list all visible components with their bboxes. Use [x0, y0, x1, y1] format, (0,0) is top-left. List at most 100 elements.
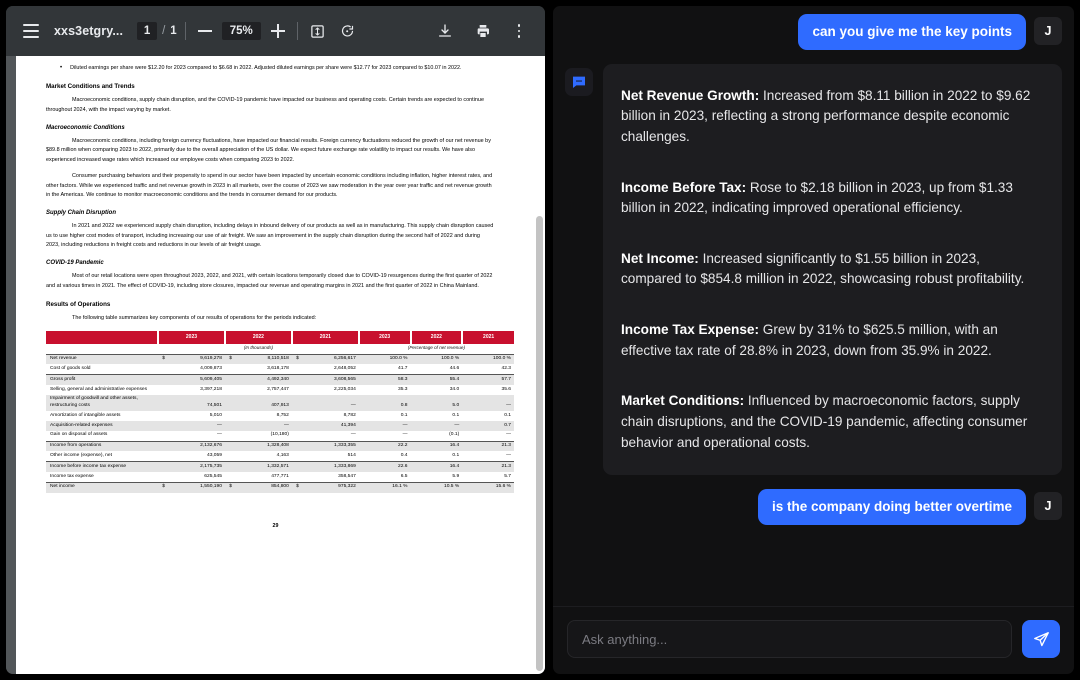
row-label: Cost of goods sold: [46, 364, 158, 374]
more-options-icon[interactable]: [509, 24, 529, 37]
toolbar-divider-2: [297, 22, 298, 40]
row-label: Acquisition-related expenses: [46, 421, 158, 431]
value-2021: —: [299, 431, 359, 441]
value-2023: 2,175,735: [165, 462, 225, 472]
zoom-level-value[interactable]: 75%: [222, 22, 261, 40]
assistant-key-point: Net Income: Increased significantly to $…: [621, 249, 1044, 290]
user-message-bubble: can you give me the key points: [798, 14, 1026, 50]
percent-2022: 55.4: [411, 375, 463, 385]
paragraph-macro-1-text: Macroeconomic conditions, including fore…: [46, 138, 491, 163]
percent-2023: 0.1: [359, 411, 411, 421]
currency-2022: $: [225, 354, 232, 364]
paragraph-covid-text: Most of our retail locations were open t…: [46, 273, 492, 289]
value-2022: 4,163: [232, 451, 292, 461]
results-of-operations-table: 2023 2022 2021 2023 2022 2021 (: [46, 331, 514, 492]
page-separator: /: [162, 25, 165, 37]
zoom-out-icon[interactable]: [194, 20, 216, 42]
row-label: Impairment of goodwill and other assets,…: [46, 395, 158, 411]
bullet-dot-icon: •: [60, 64, 62, 73]
heading-supply-chain-disruption: Supply Chain Disruption: [34, 210, 517, 216]
percent-2022: —: [411, 421, 463, 431]
currency-2021: [292, 441, 299, 451]
table-row: Cost of goods sold4,009,8733,618,1782,64…: [46, 364, 514, 374]
row-label: Amortization of intangible assets: [46, 411, 158, 421]
paragraph-results: The following table summarizes key compo…: [34, 314, 517, 324]
table-row: Amortization of intangible assets5,0108,…: [46, 411, 514, 421]
currency-2023: [158, 375, 165, 385]
value-2022: 1,328,408: [232, 441, 292, 451]
pdf-scroll-area[interactable]: • Diluted earnings per share were $12.20…: [6, 56, 545, 674]
assistant-key-point: Market Conditions: Influenced by macroec…: [621, 391, 1044, 453]
percent-2021: 35.6: [462, 385, 514, 395]
row-label: Income tax expense: [46, 472, 158, 482]
percent-2023: 58.3: [359, 375, 411, 385]
currency-2021: $: [292, 482, 299, 492]
row-label: Net revenue: [46, 354, 158, 364]
print-icon[interactable]: [471, 19, 495, 43]
value-2021: 3,608,565: [299, 375, 359, 385]
download-icon[interactable]: [433, 19, 457, 43]
assistant-message-bubble: Net Revenue Growth: Increased from $8.11…: [603, 64, 1062, 476]
pdf-toolbar: xxs3etgry... / 1 75%: [6, 6, 545, 56]
send-paper-plane-icon[interactable]: [1022, 620, 1060, 658]
heading-macroeconomic-conditions: Macroeconomic Conditions: [34, 125, 517, 131]
fit-to-page-icon[interactable]: [306, 19, 330, 43]
assistant-key-point: Income Tax Expense: Grew by 31% to $625.…: [621, 320, 1044, 361]
value-2021: 2,225,034: [299, 385, 359, 395]
currency-2021: [292, 431, 299, 441]
currency-2021: $: [292, 354, 299, 364]
value-2021: 8,782: [299, 411, 359, 421]
value-2021: 1,333,869: [299, 462, 359, 472]
th-2021-percent: 2021: [462, 331, 514, 344]
chat-message-list[interactable]: can you give me the key points J Net Rev…: [553, 6, 1074, 606]
currency-2022: [225, 385, 232, 395]
percent-2022: 34.0: [411, 385, 463, 395]
currency-2022: [225, 431, 232, 441]
heading-market-conditions: Market Conditions and Trends: [34, 83, 517, 90]
total-pages-label: 1: [170, 25, 176, 37]
row-label: Income from operations: [46, 441, 158, 451]
hamburger-menu-icon[interactable]: [18, 18, 44, 44]
toolbar-divider-1: [185, 22, 186, 40]
sub-empty: [46, 344, 158, 354]
assistant-key-point-title: Income Before Tax:: [621, 180, 746, 195]
chat-bubble-icon: [565, 68, 593, 96]
currency-2023: [158, 472, 165, 482]
assistant-key-point-title: Market Conditions:: [621, 393, 744, 408]
zoom-in-icon[interactable]: [267, 20, 289, 42]
percent-2022: 0.1: [411, 451, 463, 461]
table-subheader-row: (In thousands) (Percentage of net revenu…: [46, 344, 514, 354]
value-2023: 2,132,676: [165, 441, 225, 451]
pdf-document-content: • Diluted earnings per share were $12.20…: [34, 64, 517, 529]
table-header: 2023 2022 2021 2023 2022 2021: [46, 331, 514, 344]
value-2021: 2,648,052: [299, 364, 359, 374]
currency-2022: [225, 421, 232, 431]
value-2021: 6,256,617: [299, 354, 359, 364]
percent-2021: 0.7: [462, 421, 514, 431]
value-2022: 4,492,340: [232, 375, 292, 385]
assistant-key-point: Income Before Tax: Rose to $2.18 billion…: [621, 178, 1044, 219]
pdf-scrollbar-thumb[interactable]: [536, 216, 543, 671]
value-2023: 43,059: [165, 451, 225, 461]
page-number-input[interactable]: [137, 22, 157, 40]
value-2021: —: [299, 395, 359, 411]
paragraph-results-text: The following table summarizes key compo…: [72, 315, 316, 321]
pdf-scrollbar-track[interactable]: [534, 56, 545, 674]
percent-2021: —: [462, 451, 514, 461]
rotate-icon[interactable]: [336, 19, 360, 43]
user-avatar: J: [1034, 17, 1062, 45]
percent-2022: 0.1: [411, 411, 463, 421]
chat-input-bar: [553, 606, 1074, 674]
th-2023-thousands: 2023: [158, 331, 225, 344]
currency-2021: [292, 364, 299, 374]
table-data-rows: Net revenue$9,619,278$8,110,518$6,256,61…: [46, 354, 514, 492]
table-row: Gain on disposal of assets—(10,180)——(0.…: [46, 431, 514, 441]
currency-2023: $: [158, 354, 165, 364]
chat-input[interactable]: [567, 620, 1012, 658]
row-label: Income before income tax expense: [46, 462, 158, 472]
currency-2021: [292, 421, 299, 431]
toolbar-right-actions: [433, 19, 533, 43]
currency-2021: [292, 472, 299, 482]
currency-2023: $: [158, 482, 165, 492]
currency-2021: [292, 395, 299, 411]
